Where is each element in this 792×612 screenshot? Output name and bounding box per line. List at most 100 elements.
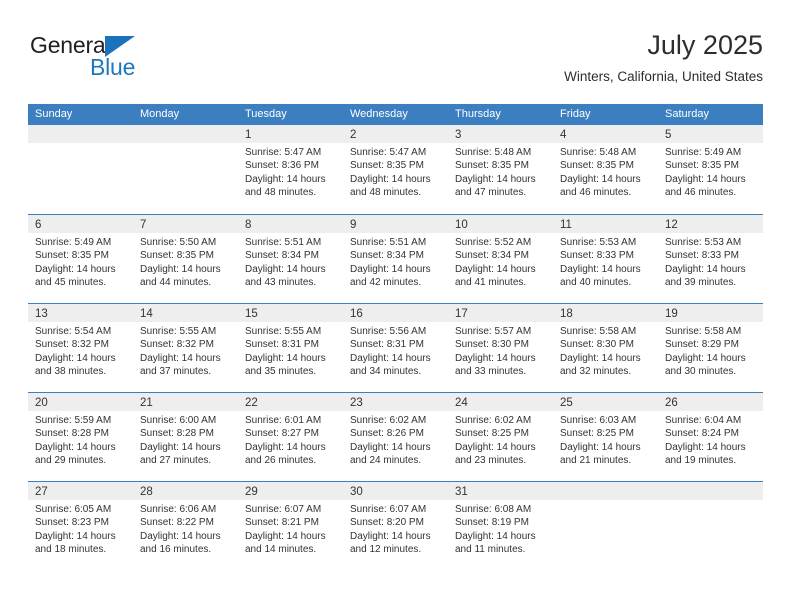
- day-number-band: 8: [238, 215, 343, 233]
- day-cell-19[interactable]: 19 Sunrise: 5:58 AM Sunset: 8:29 PM Dayligh…: [658, 304, 763, 392]
- day-number: 16: [350, 308, 363, 320]
- day-cell-13[interactable]: 13 Sunrise: 5:54 AM Sunset: 8:32 PM Dayligh…: [28, 304, 133, 392]
- day-cell-7[interactable]: 7 Sunrise: 5:50 AM Sunset: 8:35 PM Daylight…: [133, 215, 238, 303]
- sunset-text: Sunset: 8:33 PM: [665, 250, 739, 262]
- day-number: 24: [455, 397, 468, 409]
- daylight-text-line1: Daylight: 14 hours: [455, 441, 536, 453]
- day-number: 18: [560, 308, 573, 320]
- day-cell-16[interactable]: 16 Sunrise: 5:56 AM Sunset: 8:31 PM Dayligh…: [343, 304, 448, 392]
- day-cell-11[interactable]: 11 Sunrise: 5:53 AM Sunset: 8:33 PM Dayligh…: [553, 215, 658, 303]
- day-number-band: 31: [448, 482, 553, 500]
- daylight-text-line1: Daylight: 14 hours: [350, 352, 431, 364]
- day-details: Sunrise: 6:04 AM Sunset: 8:24 PM Daylight:…: [658, 411, 763, 468]
- day-number-band: [553, 482, 658, 500]
- day-cell-26[interactable]: 26 Sunrise: 6:04 AM Sunset: 8:24 PM Dayligh…: [658, 393, 763, 481]
- day-number: 1: [245, 129, 252, 141]
- day-cell-5[interactable]: 5 Sunrise: 5:49 AM Sunset: 8:35 PM Daylight…: [658, 125, 763, 214]
- day-cell-15[interactable]: 15 Sunrise: 5:55 AM Sunset: 8:31 PM Dayligh…: [238, 304, 343, 392]
- day-number-band: 7: [133, 215, 238, 233]
- daylight-text-line2: and 42 minutes.: [350, 277, 422, 289]
- daylight-text-line2: and 41 minutes.: [455, 277, 527, 289]
- daylight-text-line2: and 24 minutes.: [350, 455, 422, 467]
- day-number: 19: [665, 308, 678, 320]
- day-cell-21[interactable]: 21 Sunrise: 6:00 AM Sunset: 8:28 PM Dayligh…: [133, 393, 238, 481]
- day-number-band: 25: [553, 393, 658, 411]
- day-cell-10[interactable]: 10 Sunrise: 5:52 AM Sunset: 8:34 PM Dayligh…: [448, 215, 553, 303]
- day-details: Sunrise: 6:01 AM Sunset: 8:27 PM Daylight:…: [238, 411, 343, 468]
- day-cell-30[interactable]: 30 Sunrise: 6:07 AM Sunset: 8:20 PM Dayligh…: [343, 482, 448, 570]
- sunrise-text: Sunrise: 6:02 AM: [455, 415, 532, 426]
- day-details: Sunrise: 5:50 AM Sunset: 8:35 PM Daylight:…: [133, 233, 238, 290]
- daylight-text-line1: Daylight: 14 hours: [140, 352, 221, 364]
- day-details: Sunrise: 6:08 AM Sunset: 8:19 PM Daylight:…: [448, 500, 553, 557]
- sunrise-text: Sunrise: 5:51 AM: [350, 237, 427, 248]
- day-cell-17[interactable]: 17 Sunrise: 5:57 AM Sunset: 8:30 PM Dayligh…: [448, 304, 553, 392]
- daylight-text-line2: and 21 minutes.: [560, 455, 632, 467]
- weekday-header-friday: Friday: [560, 108, 591, 120]
- day-number-band: 23: [343, 393, 448, 411]
- sunset-text: Sunset: 8:20 PM: [350, 517, 424, 529]
- daylight-text-line1: Daylight: 14 hours: [560, 352, 641, 364]
- day-number: 12: [665, 219, 678, 231]
- day-cell-25[interactable]: 25 Sunrise: 6:03 AM Sunset: 8:25 PM Dayligh…: [553, 393, 658, 481]
- logo-general-blue[interactable]: General Blue: [28, 32, 258, 90]
- day-number-band: 20: [28, 393, 133, 411]
- daylight-text-line1: Daylight: 14 hours: [665, 263, 746, 275]
- day-details: Sunrise: 5:55 AM Sunset: 8:32 PM Daylight:…: [133, 322, 238, 379]
- sunset-text: Sunset: 8:25 PM: [560, 428, 634, 440]
- calendar-week-row: 20 Sunrise: 5:59 AM Sunset: 8:28 PM Dayligh…: [28, 392, 763, 481]
- day-cell-27[interactable]: 27 Sunrise: 6:05 AM Sunset: 8:23 PM Dayligh…: [28, 482, 133, 570]
- sunset-text: Sunset: 8:35 PM: [665, 160, 739, 172]
- day-number: 20: [35, 397, 48, 409]
- day-cell-31[interactable]: 31 Sunrise: 6:08 AM Sunset: 8:19 PM Dayligh…: [448, 482, 553, 570]
- day-details: Sunrise: 5:48 AM Sunset: 8:35 PM Daylight:…: [553, 143, 658, 200]
- day-cell-18[interactable]: 18 Sunrise: 5:58 AM Sunset: 8:30 PM Dayligh…: [553, 304, 658, 392]
- day-cell-22[interactable]: 22 Sunrise: 6:01 AM Sunset: 8:27 PM Dayligh…: [238, 393, 343, 481]
- sunset-text: Sunset: 8:31 PM: [245, 339, 319, 351]
- day-details: Sunrise: 5:53 AM Sunset: 8:33 PM Daylight:…: [658, 233, 763, 290]
- day-cell-12[interactable]: 12 Sunrise: 5:53 AM Sunset: 8:33 PM Dayligh…: [658, 215, 763, 303]
- day-number: 30: [350, 486, 363, 498]
- daylight-text-line1: Daylight: 14 hours: [245, 530, 326, 542]
- day-details: Sunrise: 6:05 AM Sunset: 8:23 PM Daylight:…: [28, 500, 133, 557]
- sunset-text: Sunset: 8:27 PM: [245, 428, 319, 440]
- day-number-band: 4: [553, 125, 658, 143]
- day-cell-6[interactable]: 6 Sunrise: 5:49 AM Sunset: 8:35 PM Daylight…: [28, 215, 133, 303]
- daylight-text-line2: and 44 minutes.: [140, 277, 212, 289]
- day-cell-9[interactable]: 9 Sunrise: 5:51 AM Sunset: 8:34 PM Daylight…: [343, 215, 448, 303]
- day-details: Sunrise: 5:58 AM Sunset: 8:30 PM Daylight:…: [553, 322, 658, 379]
- sunrise-text: Sunrise: 5:47 AM: [245, 147, 322, 158]
- day-number-band: 3: [448, 125, 553, 143]
- day-number: 26: [665, 397, 678, 409]
- day-cell-3[interactable]: 3 Sunrise: 5:48 AM Sunset: 8:35 PM Daylight…: [448, 125, 553, 214]
- day-cell-8[interactable]: 8 Sunrise: 5:51 AM Sunset: 8:34 PM Daylight…: [238, 215, 343, 303]
- day-number-band: 13: [28, 304, 133, 322]
- day-number: 10: [455, 219, 468, 231]
- sunset-text: Sunset: 8:36 PM: [245, 160, 319, 172]
- day-details: Sunrise: 6:07 AM Sunset: 8:21 PM Daylight:…: [238, 500, 343, 557]
- day-cell-23[interactable]: 23 Sunrise: 6:02 AM Sunset: 8:26 PM Dayligh…: [343, 393, 448, 481]
- day-cell-1[interactable]: 1 Sunrise: 5:47 AM Sunset: 8:36 PM Daylight…: [238, 125, 343, 214]
- sunset-text: Sunset: 8:29 PM: [665, 339, 739, 351]
- day-number: 29: [245, 486, 258, 498]
- calendar-page: General Blue July 2025 Winters, Californ…: [0, 0, 792, 612]
- daylight-text-line2: and 16 minutes.: [140, 544, 212, 556]
- day-cell-14[interactable]: 14 Sunrise: 5:55 AM Sunset: 8:32 PM Dayligh…: [133, 304, 238, 392]
- day-number: 25: [560, 397, 573, 409]
- day-details: Sunrise: 6:02 AM Sunset: 8:25 PM Daylight:…: [448, 411, 553, 468]
- day-cell-28[interactable]: 28 Sunrise: 6:06 AM Sunset: 8:22 PM Dayligh…: [133, 482, 238, 570]
- day-cell-29[interactable]: 29 Sunrise: 6:07 AM Sunset: 8:21 PM Dayligh…: [238, 482, 343, 570]
- title-block: July 2025 Winters, California, United St…: [564, 28, 763, 88]
- sunrise-text: Sunrise: 6:01 AM: [245, 415, 322, 426]
- daylight-text-line1: Daylight: 14 hours: [140, 263, 221, 275]
- day-cell-2[interactable]: 2 Sunrise: 5:47 AM Sunset: 8:35 PM Daylight…: [343, 125, 448, 214]
- daylight-text-line2: and 11 minutes.: [455, 544, 526, 556]
- daylight-text-line2: and 43 minutes.: [245, 277, 317, 289]
- day-cell-4[interactable]: 4 Sunrise: 5:48 AM Sunset: 8:35 PM Daylight…: [553, 125, 658, 214]
- daylight-text-line2: and 14 minutes.: [245, 544, 317, 556]
- daylight-text-line2: and 33 minutes.: [455, 366, 527, 378]
- day-cell-24[interactable]: 24 Sunrise: 6:02 AM Sunset: 8:25 PM Dayligh…: [448, 393, 553, 481]
- daylight-text-line1: Daylight: 14 hours: [245, 173, 326, 185]
- daylight-text-line2: and 46 minutes.: [665, 187, 737, 199]
- day-cell-20[interactable]: 20 Sunrise: 5:59 AM Sunset: 8:28 PM Dayligh…: [28, 393, 133, 481]
